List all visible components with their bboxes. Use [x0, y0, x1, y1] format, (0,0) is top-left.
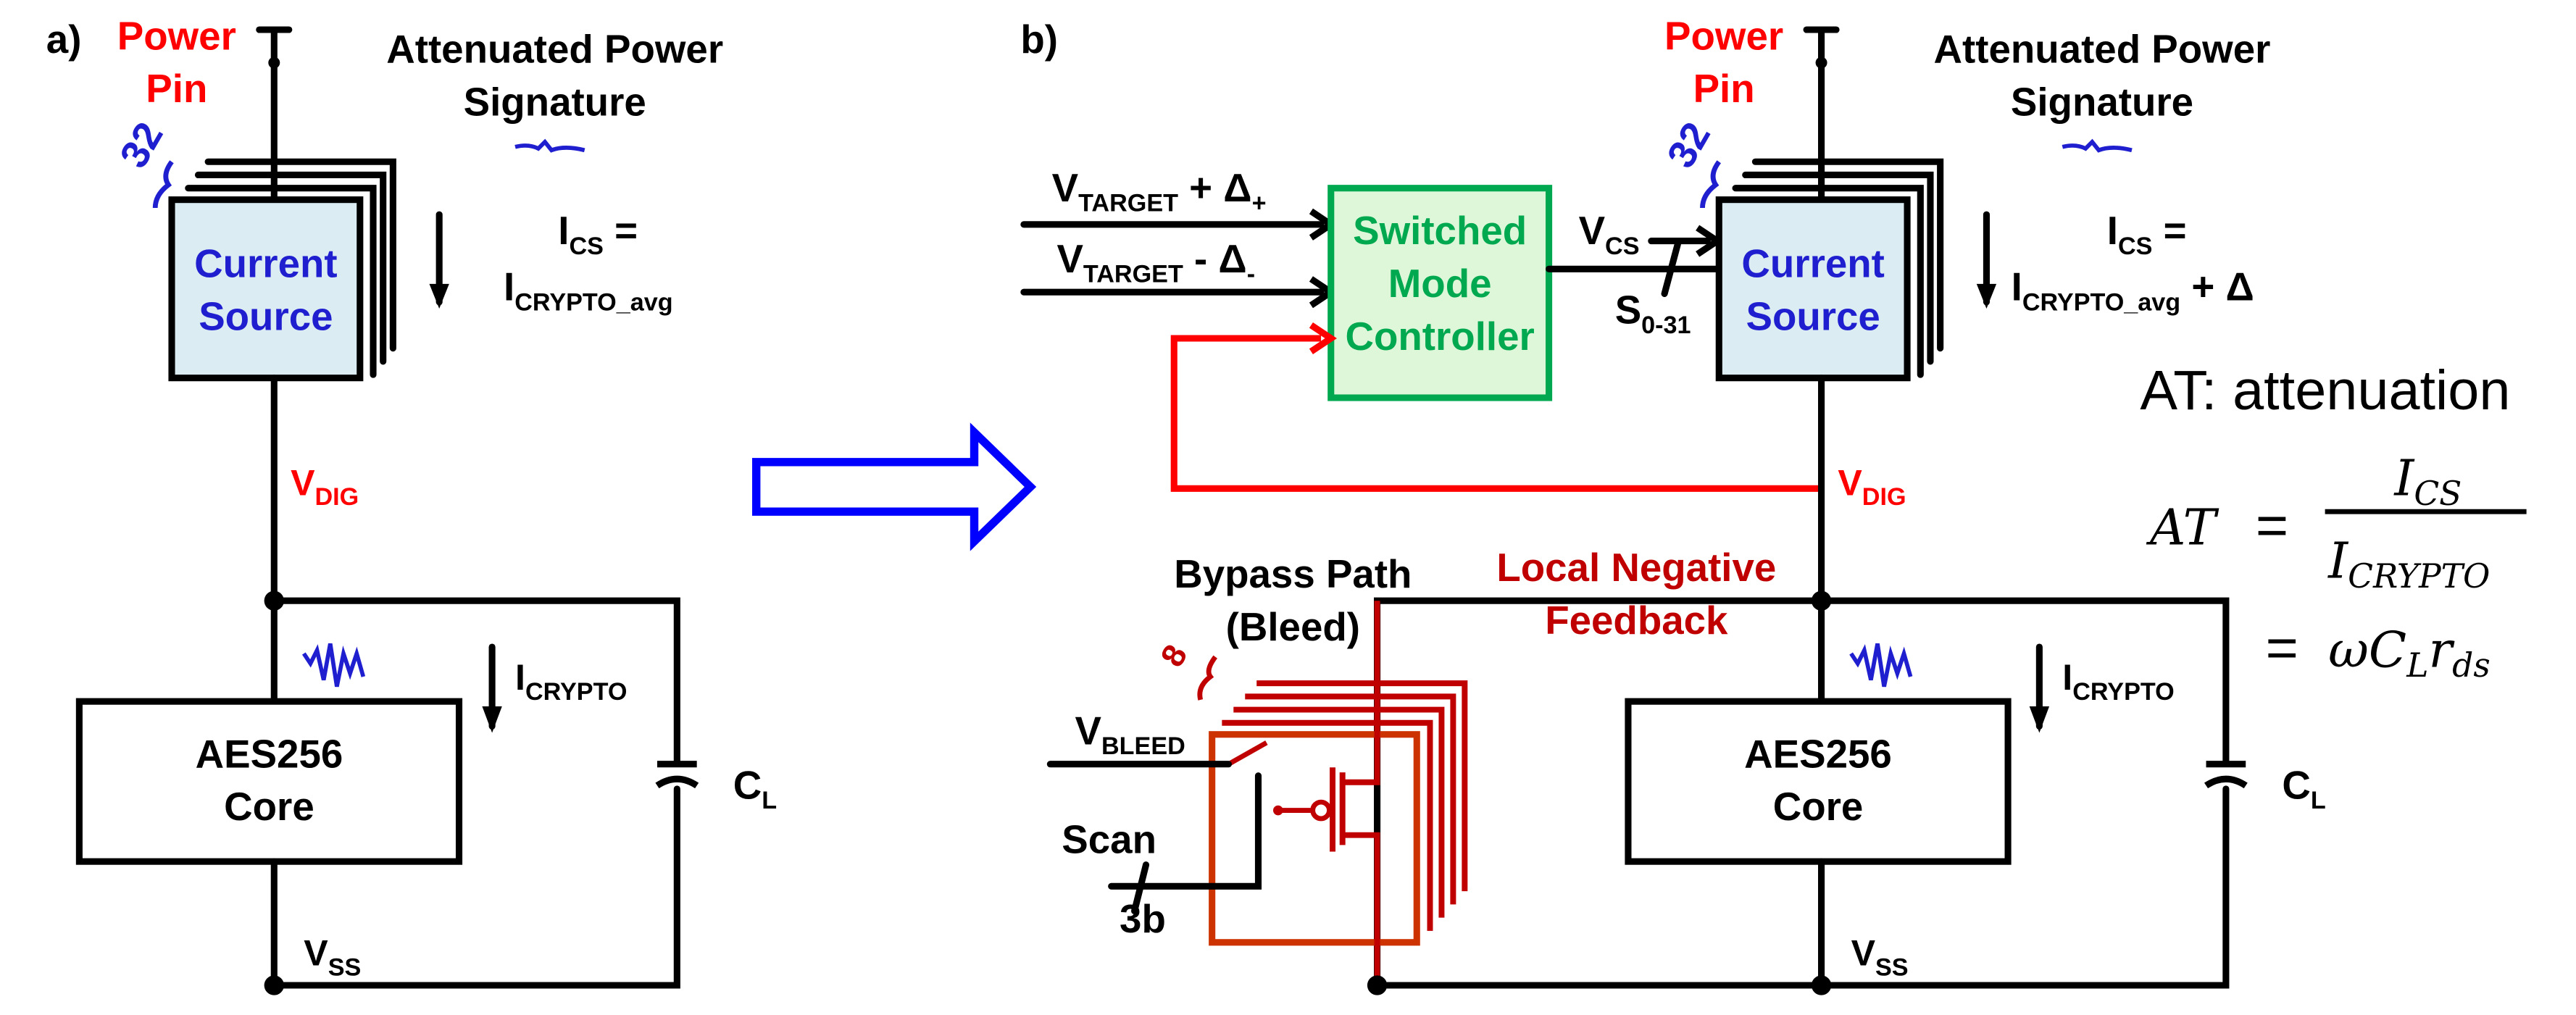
attenuation-equation: AT: attenuation AT = ICS ICRYPTO = ωCLrd…: [2140, 359, 2527, 685]
power-pin-label-a-1: Power: [117, 13, 236, 58]
current-source-stack-b: Current Source: [1715, 158, 1944, 382]
ics-value-b: ICRYPTO_avg + Δ: [2012, 264, 2254, 317]
panel-b: b) Power Pin Attenuated Power Signature …: [1020, 13, 2326, 995]
bypass-vss-node: [1367, 975, 1388, 995]
controller-label-2: Mode: [1388, 261, 1492, 306]
vbleed-label: VBLEED: [1075, 708, 1185, 760]
power-pin-label-a-2: Pin: [146, 66, 207, 111]
capacitor-icon-a: [655, 775, 699, 789]
scan-width-label: 3b: [1120, 896, 1166, 941]
arrow-down-icon: [1976, 283, 1997, 309]
cl-label-b: CL: [2282, 763, 2325, 815]
signature-label-a-1: Attenuated Power: [386, 27, 723, 72]
core-label-b-1: AES256: [1744, 731, 1892, 776]
power-pin-label-b-2: Pin: [1693, 66, 1755, 111]
core-label-a-1: AES256: [196, 731, 343, 776]
icrypto-label-a: ICRYPTO: [515, 657, 627, 706]
bus-width-label-b: 32: [1658, 114, 1719, 175]
equation-numerator: ICS: [2393, 450, 2462, 513]
attenuated-waveform-icon-b: [2062, 138, 2133, 153]
equation-denominator: ICRYPTO: [2327, 532, 2490, 596]
current-source-stack-a: Current Source: [168, 158, 396, 382]
switch-icon: [1227, 740, 1268, 767]
noisy-waveform-icon-b: [1849, 643, 1913, 688]
ics-label-a: ICS =: [558, 208, 638, 260]
current-source-label-a-1: Current: [194, 241, 337, 286]
circuit-diagram: a) Power Pin Attenuated Power Signature …: [46, 13, 2527, 995]
capacitor-icon-b: [2204, 775, 2248, 789]
vss-label-a: VSS: [304, 933, 361, 982]
noisy-waveform-icon-a: [301, 643, 366, 688]
current-source-box-b: [1715, 196, 1911, 382]
vdig-label-a: VDIG: [291, 462, 359, 511]
vss-label-b: VSS: [1851, 933, 1909, 982]
bus-width-label-a: 32: [111, 114, 172, 175]
vcs-label: VCS: [1579, 208, 1640, 260]
bypass-width-label: 8: [1154, 638, 1195, 672]
current-source-label-b-1: Current: [1741, 241, 1884, 286]
sbus-label: S0-31: [1615, 288, 1691, 340]
cl-label-a: CL: [733, 763, 777, 815]
bus-slash-icon-bleed: [1197, 655, 1218, 701]
equation-lhs: AT: [2146, 500, 2219, 557]
ics-value-a: ICRYPTO_avg: [504, 264, 673, 317]
vdig-label-b: VDIG: [1838, 462, 1906, 511]
vtarget-minus-label: VTARGET - Δ-: [1056, 236, 1255, 288]
aes-core-box-a: [75, 698, 463, 865]
signature-label-b-1: Attenuated Power: [1934, 27, 2271, 72]
signature-label-a-2: Signature: [464, 79, 646, 124]
current-source-box-a: [168, 196, 364, 382]
panel-b-label: b): [1020, 17, 1058, 62]
panel-a-label: a): [46, 17, 82, 62]
equation-rhs: ωCLrds: [2328, 622, 2490, 685]
transform-arrow-icon: [752, 422, 1037, 551]
pin-node-a: [268, 57, 280, 69]
ics-label-b: ICS =: [2107, 208, 2187, 260]
equation-title: AT: attenuation: [2140, 359, 2510, 422]
bypass-label-2: (Bleed): [1226, 604, 1360, 649]
controller-label-3: Controller: [1346, 314, 1535, 359]
bleed-cell-box: [1209, 731, 1420, 946]
core-label-a-2: Core: [224, 784, 314, 829]
feedback-label-1: Local Negative: [1496, 545, 1776, 590]
controller-label-1: Switched: [1353, 208, 1527, 253]
pmos-transistor-icon: [1330, 601, 1380, 985]
signature-label-b-2: Signature: [2011, 79, 2193, 124]
arrow-down-icon: [2029, 706, 2050, 733]
feedback-label-2: Feedback: [1545, 598, 1728, 643]
equation-equals-1: =: [2256, 495, 2288, 557]
icrypto-label-b: ICRYPTO: [2062, 657, 2174, 706]
equation-equals-2: =: [2266, 617, 2298, 679]
pin-node-b: [1815, 57, 1827, 69]
aes-core-box-b: [1625, 698, 2012, 865]
arrow-down-icon: [482, 706, 502, 733]
vss-node-a: [264, 975, 284, 995]
bleed-transistor-stack: [1209, 601, 1468, 985]
core-label-b-2: Core: [1773, 784, 1864, 829]
vss-node-b: [1811, 975, 1832, 995]
current-source-label-a-2: Source: [199, 294, 333, 339]
current-source-label-b-2: Source: [1746, 294, 1880, 339]
arrow-down-icon: [429, 283, 449, 309]
power-pin-label-b-1: Power: [1664, 13, 1783, 58]
attenuated-waveform-icon-a: [514, 138, 585, 153]
panel-a: a) Power Pin Attenuated Power Signature …: [46, 13, 777, 995]
bypass-label-1: Bypass Path: [1174, 551, 1412, 596]
scan-label: Scan: [1062, 817, 1156, 862]
vtarget-plus-label: VTARGET + Δ+: [1052, 165, 1267, 217]
pmos-bubble-icon: [1310, 799, 1332, 822]
